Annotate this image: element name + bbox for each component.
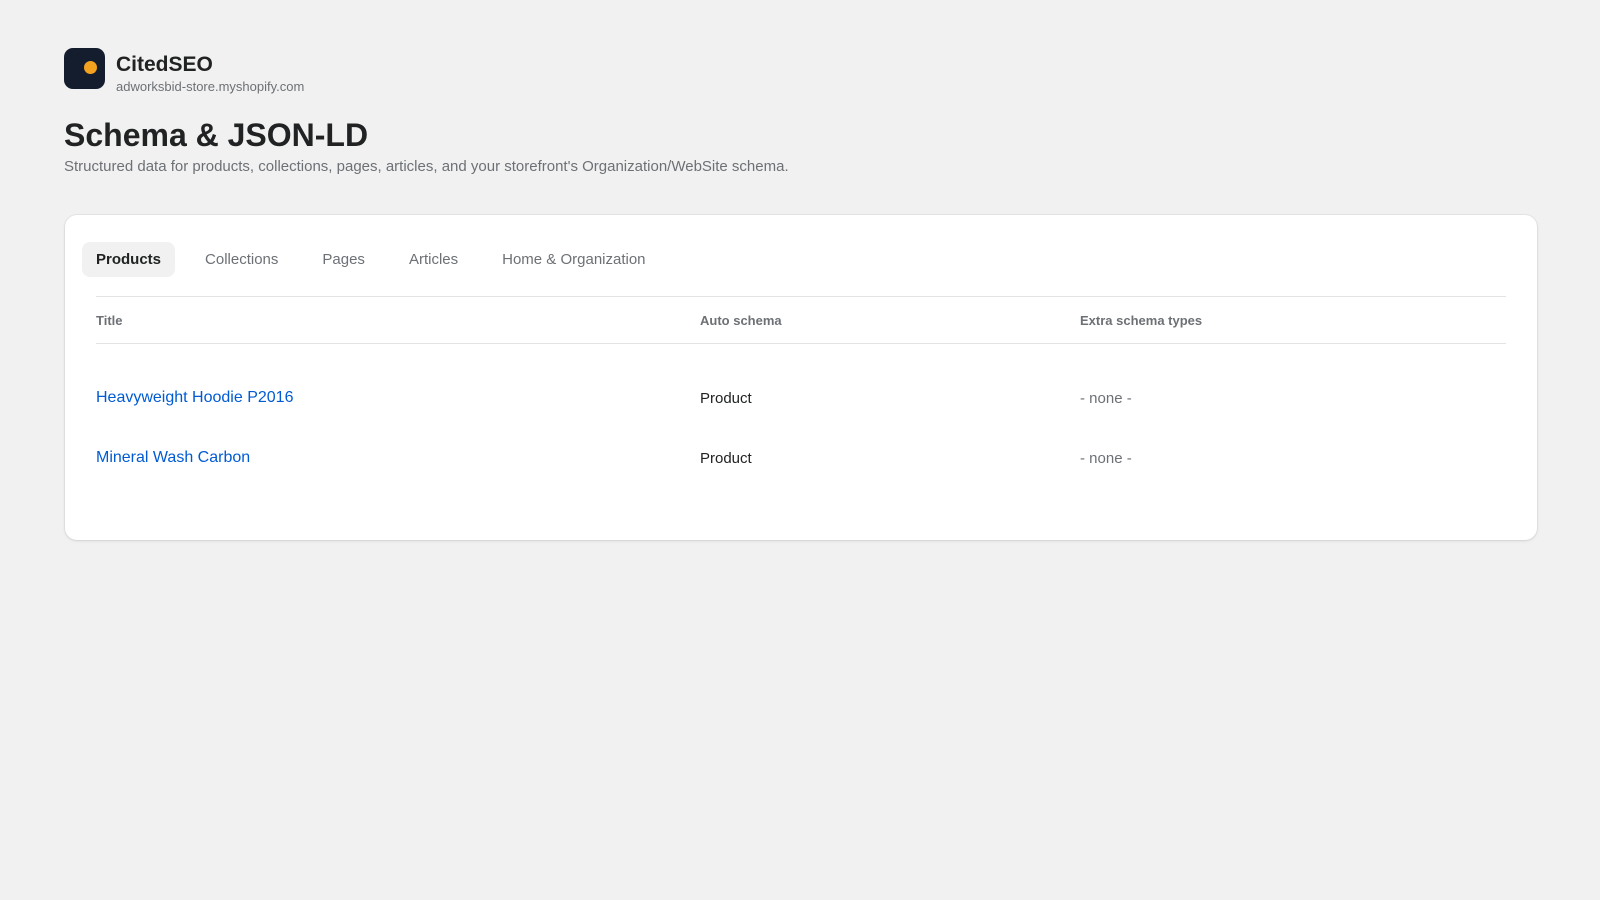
auto-schema-value: Product bbox=[700, 449, 752, 467]
app-page: CitedSEO adworksbid-store.myshopify.com … bbox=[0, 0, 1600, 900]
row-title-cell: Heavyweight Hoodie P2016 bbox=[96, 389, 700, 407]
brand-logo-icon bbox=[64, 48, 105, 89]
schema-card: Products Collections Pages Articles Home… bbox=[65, 215, 1537, 540]
products-table: Title Auto schema Extra schema types Hea… bbox=[96, 297, 1506, 488]
page-title: Schema & JSON-LD bbox=[64, 117, 369, 153]
extra-schema-value: - none - bbox=[1080, 389, 1132, 407]
auto-schema-value: Product bbox=[700, 389, 752, 407]
brand-logo-dot bbox=[84, 61, 97, 74]
resource-tabs: Products Collections Pages Articles Home… bbox=[82, 242, 660, 277]
table-body: Heavyweight Hoodie P2016 Product - none … bbox=[96, 344, 1506, 488]
store-domain: adworksbid-store.myshopify.com bbox=[116, 79, 305, 94]
table-row: Mineral Wash Carbon Product - none - bbox=[96, 428, 1506, 488]
page-subtitle: Structured data for products, collection… bbox=[64, 158, 789, 175]
tab-home-organization[interactable]: Home & Organization bbox=[488, 242, 659, 277]
table-row: Heavyweight Hoodie P2016 Product - none … bbox=[96, 368, 1506, 428]
table-header: Title Auto schema Extra schema types bbox=[96, 297, 1506, 344]
tab-products[interactable]: Products bbox=[82, 242, 176, 277]
column-header-auto-schema: Auto schema bbox=[700, 312, 782, 328]
product-title-link[interactable]: Mineral Wash Carbon bbox=[96, 449, 250, 466]
column-header-title: Title bbox=[96, 312, 123, 328]
tab-collections[interactable]: Collections bbox=[191, 242, 292, 277]
tab-pages[interactable]: Pages bbox=[308, 242, 379, 277]
brand-name: CitedSEO bbox=[116, 53, 213, 76]
brand-text: CitedSEO adworksbid-store.myshopify.com bbox=[116, 48, 304, 95]
product-title-link[interactable]: Heavyweight Hoodie P2016 bbox=[96, 389, 293, 406]
row-title-cell: Mineral Wash Carbon bbox=[96, 449, 700, 467]
tab-articles[interactable]: Articles bbox=[395, 242, 472, 277]
brand-header: CitedSEO adworksbid-store.myshopify.com bbox=[64, 48, 1536, 95]
column-header-extra-schema: Extra schema types bbox=[1080, 312, 1203, 328]
extra-schema-value: - none - bbox=[1080, 449, 1132, 467]
